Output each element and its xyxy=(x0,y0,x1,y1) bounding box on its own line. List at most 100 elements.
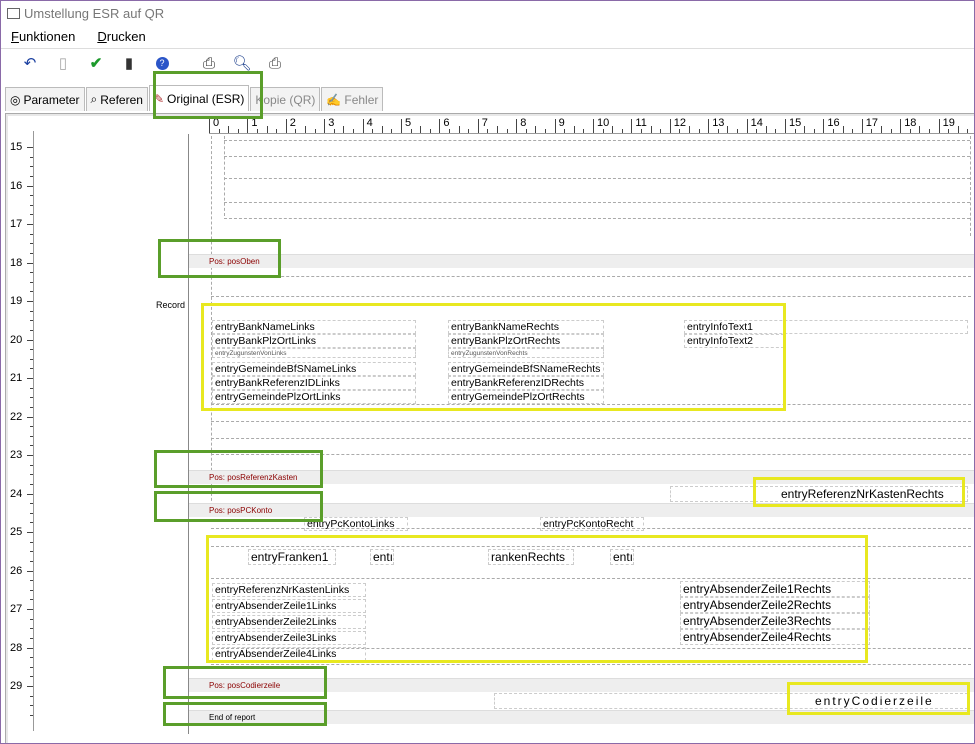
field-zugunsten-von-links[interactable]: entryZugunstenVonLinks xyxy=(212,348,416,358)
ruler-h-tick xyxy=(583,129,585,133)
field-gemeinde-bfs-name-links[interactable]: entryGemeindeBfSNameLinks xyxy=(212,362,416,376)
field-entl-2[interactable]: entı xyxy=(610,549,634,565)
ruler-h-tick xyxy=(833,129,834,133)
ruler-h-label: 0 xyxy=(213,117,220,129)
ruler-h-tick xyxy=(689,126,690,133)
ruler-v-tick xyxy=(27,147,33,148)
tab-referen[interactable]: ⌕ Referen xyxy=(85,87,148,111)
ruler-v-tick xyxy=(30,435,33,437)
ruler-v-tick xyxy=(30,387,33,389)
ruler-v-tick xyxy=(30,397,33,399)
toolbar: ↶ ▯ ✔ ▮ ? ⎙ 🔍︎ ⎙ xyxy=(1,48,974,78)
ruler-h-tick xyxy=(285,119,287,133)
tab-fehler[interactable]: ✍ Fehler xyxy=(321,87,384,111)
print-preview-icon[interactable]: 🔍︎ xyxy=(232,55,251,73)
ruler-h-tick xyxy=(218,129,220,133)
field-pc-konto-rechts[interactable]: entryPcKontoRecht xyxy=(540,517,644,531)
field-zugunsten-von-rechts[interactable]: entryZugunstenVonRechts xyxy=(448,348,604,358)
field-bank-name-links[interactable]: entryBankNameLinks xyxy=(212,320,416,334)
ruler-h-tick xyxy=(871,129,873,133)
ruler-h-tick xyxy=(861,119,863,133)
ruler-v-tick xyxy=(30,310,33,312)
field-codierzeile[interactable]: entryCodierzeile xyxy=(494,693,968,709)
field-bank-plz-ort-rechts[interactable]: entryBankPlzOrtRechts xyxy=(448,334,604,348)
ruler-h-tick xyxy=(247,119,249,133)
field-absender-zeile-4-links[interactable]: entryAbsenderZeile4Links xyxy=(212,647,366,661)
field-absender-zeile-2-rechts[interactable]: entryAbsenderZeile2Rechts xyxy=(680,597,870,613)
menu-funktionen[interactable]: Funktionen xyxy=(11,29,75,44)
exit-door-icon[interactable]: ▮ xyxy=(120,55,138,73)
tab-original-esr[interactable]: ✎ Original (ESR) xyxy=(148,85,250,111)
report-paper: 0 1 2 3 4 5 6 7 8 9 10 11 12 13 14 15 16 17 18 19 15 16 17 18 1… xyxy=(8,116,974,743)
field-info-text-1[interactable]: entryInfoText1 xyxy=(684,320,968,334)
ruler-h-tick xyxy=(727,126,729,133)
field-franken-rechts[interactable]: rankenRechts xyxy=(488,549,574,565)
ruler-h-tick xyxy=(660,129,662,133)
field-bank-plz-ort-links[interactable]: entryBankPlzOrtLinks xyxy=(212,334,416,348)
field-referenz-nr-kasten-rechts[interactable]: entryReferenzNrKastenRechts xyxy=(670,486,968,502)
field-gemeinde-bfs-name-rechts[interactable]: entryGemeindeBfSNameRechts xyxy=(448,362,604,376)
help-icon[interactable]: ? xyxy=(153,55,171,73)
page-left-edge xyxy=(188,134,189,734)
field-absender-zeile-1-links[interactable]: entryAbsenderZeile1Links xyxy=(212,599,366,613)
ruler-v-tick xyxy=(30,551,33,553)
guide-line xyxy=(211,664,971,665)
band-end-of-report[interactable]: End of report xyxy=(189,710,974,724)
door-disabled-icon[interactable]: ▯ xyxy=(54,55,72,73)
field-info-text-2[interactable]: entryInfoText2 xyxy=(684,334,784,348)
ruler-h-label: 8 xyxy=(520,117,527,129)
ruler-h-tick xyxy=(554,119,556,133)
ruler-h-label: 5 xyxy=(405,117,412,129)
pencil-doc-icon: ✎ xyxy=(153,91,165,106)
field-referenz-nr-kasten-links[interactable]: entryReferenzNrKastenLinks xyxy=(212,583,366,597)
field-entl-1[interactable]: entı xyxy=(370,549,394,565)
ruler-v-tick xyxy=(30,204,33,206)
ruler-v-tick xyxy=(30,657,33,659)
ruler-h-tick xyxy=(823,119,825,133)
tab-parameter[interactable]: ◎ Parameter xyxy=(5,87,85,111)
print-setup-icon[interactable]: ⎙ xyxy=(266,55,284,73)
field-bank-referenz-id-links[interactable]: entryBankReferenzIDLinks xyxy=(212,376,416,390)
field-absender-zeile-1-rechts[interactable]: entryAbsenderZeile1Rechts xyxy=(680,581,870,597)
field-pc-konto-links[interactable]: entryPcKontoLinks xyxy=(304,517,408,531)
field-absender-zeile-3-rechts[interactable]: entryAbsenderZeile3Rechts xyxy=(680,613,870,629)
band-pos-referenz-kasten[interactable]: Pos: posReferenzKasten xyxy=(189,470,974,484)
field-franken-1[interactable]: entryFranken1 xyxy=(248,549,336,565)
tab-referen-label: Referen xyxy=(100,92,143,107)
magnifier-icon: ⌕ xyxy=(90,92,98,106)
ruler-h-tick xyxy=(381,126,383,133)
guide-line xyxy=(211,296,971,297)
tab-kopie-qr[interactable]: Kopie (QR) xyxy=(250,87,321,111)
checkmark-icon[interactable]: ✔ xyxy=(87,55,105,73)
ruler-h-tick xyxy=(621,129,623,133)
ruler-v-tick xyxy=(30,464,33,466)
band-pos-oben[interactable]: Pos: posOben xyxy=(189,254,974,268)
field-absender-zeile-3-links[interactable]: entryAbsenderZeile3Links xyxy=(212,631,366,645)
vertical-ruler: 15 16 17 18 19 20 21 22 23 24 25 26 27 28 29 xyxy=(8,131,34,731)
menu-drucken[interactable]: Drucken xyxy=(97,29,145,44)
ruler-v-tick xyxy=(27,686,33,687)
ruler-h-tick xyxy=(967,129,969,133)
ruler-h-tick xyxy=(612,126,614,133)
ruler-v-tick xyxy=(27,262,33,264)
field-gemeinde-plz-ort-rechts[interactable]: entryGemeindePlzOrtRechts xyxy=(448,390,604,404)
ruler-h-tick xyxy=(602,129,604,133)
field-bank-name-rechts[interactable]: entryBankNameRechts xyxy=(448,320,604,334)
field-gemeinde-plz-ort-links[interactable]: entryGemeindePlzOrtLinks xyxy=(212,390,416,404)
ruler-v-tick xyxy=(30,243,33,245)
field-absender-zeile-4-rechts[interactable]: entryAbsenderZeile4Rechts xyxy=(680,629,870,645)
report-design-area: 0 1 2 3 4 5 6 7 8 9 10 11 12 13 14 15 16 17 18 19 15 16 17 18 1… xyxy=(5,113,974,743)
ruler-h-tick xyxy=(237,129,239,133)
ruler-v-tick xyxy=(27,301,33,302)
title-bar: Umstellung ESR auf QR xyxy=(1,1,974,25)
ruler-v-tick xyxy=(27,185,33,187)
band-pos-codierzeile[interactable]: Pos: posCodierzeile xyxy=(189,678,974,692)
ruler-h-label: 14 xyxy=(750,117,763,129)
undo-icon[interactable]: ↶ xyxy=(21,55,39,73)
ruler-v-tick xyxy=(30,503,33,505)
band-pos-pc-konto[interactable]: Pos: posPCKonto xyxy=(189,503,974,517)
printer-icon[interactable]: ⎙ xyxy=(200,55,218,73)
ruler-h-tick xyxy=(324,119,326,133)
field-bank-referenz-id-rechts[interactable]: entryBankReferenzIDRechts xyxy=(448,376,604,390)
field-absender-zeile-2-links[interactable]: entryAbsenderZeile2Links xyxy=(212,615,366,629)
